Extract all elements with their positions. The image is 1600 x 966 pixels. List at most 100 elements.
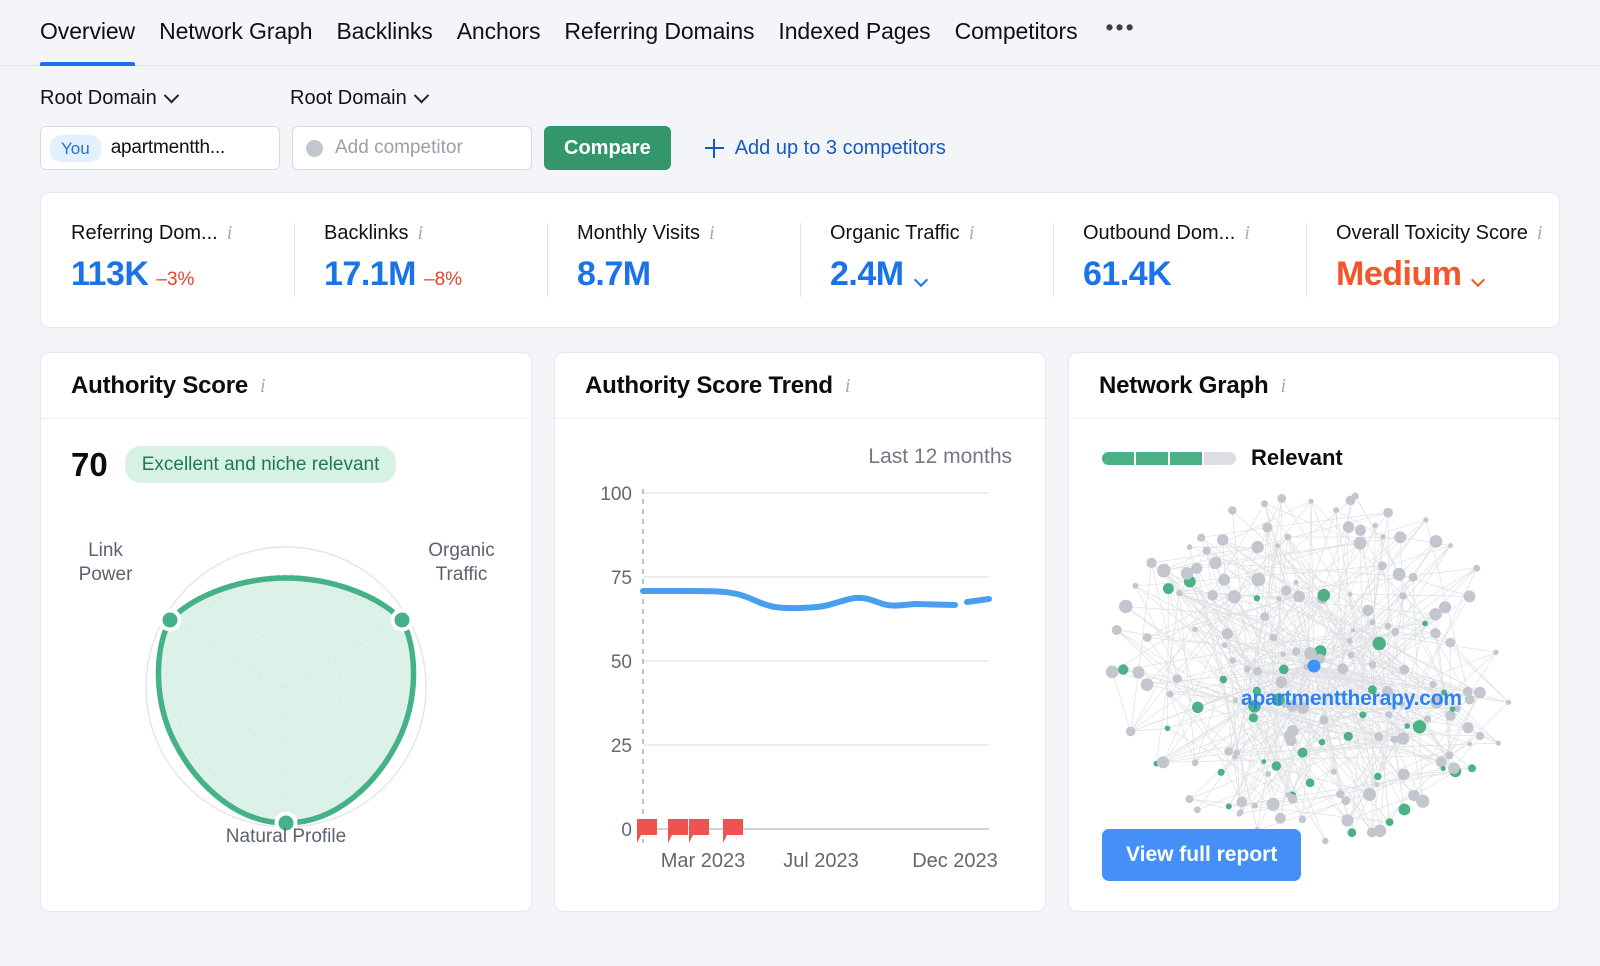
competitor-input[interactable]: Add competitor bbox=[292, 126, 532, 170]
network-node-neutral[interactable] bbox=[1261, 500, 1268, 508]
network-node-neutral[interactable] bbox=[1399, 592, 1407, 600]
network-node-neutral[interactable] bbox=[1374, 782, 1380, 787]
network-node-neutral[interactable] bbox=[1429, 535, 1443, 548]
network-node-neutral[interactable] bbox=[1423, 517, 1429, 523]
network-node-relevant[interactable] bbox=[1305, 778, 1315, 788]
info-icon[interactable]: i bbox=[1244, 223, 1250, 243]
your-domain-input[interactable]: You apartmentth... bbox=[40, 126, 280, 170]
network-node-neutral[interactable] bbox=[1342, 521, 1355, 533]
network-node-neutral[interactable] bbox=[1333, 507, 1340, 514]
network-node-neutral[interactable] bbox=[1390, 735, 1399, 744]
tab-overview[interactable]: Overview bbox=[40, 0, 135, 66]
network-node-neutral[interactable] bbox=[1216, 534, 1229, 546]
network-node-neutral[interactable] bbox=[1435, 756, 1447, 768]
network-node-neutral[interactable] bbox=[1429, 608, 1442, 621]
chevron-down-icon[interactable] bbox=[913, 272, 928, 288]
tab-competitors[interactable]: Competitors bbox=[955, 0, 1078, 66]
network-node-neutral[interactable] bbox=[1275, 812, 1286, 824]
network-node-relevant[interactable] bbox=[1468, 764, 1476, 773]
network-node-neutral[interactable] bbox=[1229, 657, 1236, 664]
network-node-neutral[interactable] bbox=[1140, 678, 1154, 691]
network-node-neutral[interactable] bbox=[1232, 697, 1239, 704]
info-icon[interactable]: i bbox=[845, 376, 851, 396]
network-node-neutral[interactable] bbox=[1284, 533, 1292, 541]
network-node-relevant[interactable] bbox=[1385, 818, 1394, 826]
network-node-neutral[interactable] bbox=[1464, 694, 1475, 705]
network-node-relevant[interactable] bbox=[1279, 664, 1289, 675]
network-node-neutral[interactable] bbox=[1330, 768, 1337, 775]
network-node-neutral[interactable] bbox=[1176, 589, 1183, 597]
network-node-neutral[interactable] bbox=[1399, 736, 1407, 743]
network-node-neutral[interactable] bbox=[1308, 498, 1314, 504]
network-node-neutral[interactable] bbox=[1350, 628, 1356, 633]
network-node-neutral[interactable] bbox=[1353, 536, 1367, 550]
network-node-neutral[interactable] bbox=[1448, 762, 1460, 775]
network-node-relevant[interactable] bbox=[1217, 768, 1225, 776]
network-node-neutral[interactable] bbox=[1383, 507, 1393, 518]
network-node-neutral[interactable] bbox=[1192, 626, 1198, 632]
network-node-relevant[interactable] bbox=[1297, 747, 1308, 758]
network-node-neutral[interactable] bbox=[1293, 590, 1305, 603]
network-node-neutral[interactable] bbox=[1111, 625, 1122, 635]
network-node-neutral[interactable] bbox=[1265, 771, 1272, 777]
tab-backlinks[interactable]: Backlinks bbox=[336, 0, 432, 66]
network-node-neutral[interactable] bbox=[1293, 579, 1299, 585]
network-node-neutral[interactable] bbox=[1172, 674, 1182, 684]
network-node-neutral[interactable] bbox=[1347, 637, 1353, 644]
network-node-neutral[interactable] bbox=[1341, 814, 1354, 827]
info-icon[interactable]: i bbox=[260, 376, 266, 396]
network-node-neutral[interactable] bbox=[1132, 582, 1139, 589]
network-node-neutral[interactable] bbox=[1368, 661, 1377, 669]
network-node-relevant[interactable] bbox=[1261, 759, 1267, 764]
network-node-relevant[interactable] bbox=[1192, 701, 1204, 713]
network-node-neutral[interactable] bbox=[1207, 590, 1218, 601]
network-node-neutral[interactable] bbox=[1280, 651, 1286, 657]
network-node-neutral[interactable] bbox=[1304, 647, 1317, 660]
network-node-neutral[interactable] bbox=[1463, 686, 1473, 697]
network-node-neutral[interactable] bbox=[1237, 809, 1244, 816]
network-node-neutral[interactable] bbox=[1445, 710, 1456, 721]
network-node-neutral[interactable] bbox=[1157, 756, 1170, 769]
network-node-neutral[interactable] bbox=[1287, 794, 1298, 804]
network-node-neutral[interactable] bbox=[1197, 533, 1206, 542]
network-node-neutral[interactable] bbox=[1275, 543, 1280, 548]
network-node-neutral[interactable] bbox=[1119, 599, 1133, 614]
network-node-relevant[interactable] bbox=[1253, 595, 1261, 602]
network-node-neutral[interactable] bbox=[1347, 591, 1353, 597]
network-node-relevant[interactable] bbox=[1164, 725, 1171, 732]
network-node-neutral[interactable] bbox=[1186, 544, 1193, 550]
network-node-relevant[interactable] bbox=[1347, 828, 1357, 838]
info-icon[interactable]: i bbox=[709, 223, 715, 243]
network-node-neutral[interactable] bbox=[1262, 522, 1273, 533]
network-node-neutral[interactable] bbox=[1495, 740, 1501, 746]
network-node-neutral[interactable] bbox=[1180, 567, 1194, 580]
network-node-neutral[interactable] bbox=[1157, 564, 1171, 578]
network-node-neutral[interactable] bbox=[1228, 506, 1237, 515]
network-node-neutral[interactable] bbox=[1374, 732, 1384, 742]
network-node-neutral[interactable] bbox=[1221, 628, 1234, 640]
network-node-neutral[interactable] bbox=[1394, 531, 1407, 544]
network-node-neutral[interactable] bbox=[1448, 543, 1453, 548]
scope-selector-competitor[interactable]: Root Domain bbox=[290, 87, 429, 108]
network-node-neutral[interactable] bbox=[1463, 590, 1476, 603]
network-node-neutral[interactable] bbox=[1385, 711, 1393, 719]
network-node-relevant[interactable] bbox=[1219, 675, 1228, 684]
network-node-neutral[interactable] bbox=[1319, 715, 1329, 725]
add-competitors-link[interactable]: Add up to 3 competitors bbox=[704, 137, 946, 160]
more-tabs-icon[interactable]: ••• bbox=[1101, 0, 1139, 62]
network-node-neutral[interactable] bbox=[1445, 751, 1454, 760]
network-node-relevant[interactable] bbox=[1398, 803, 1411, 816]
network-node-neutral[interactable] bbox=[1269, 633, 1278, 642]
network-node-neutral[interactable] bbox=[1366, 827, 1377, 838]
network-node-neutral[interactable] bbox=[1362, 604, 1374, 616]
network-node-neutral[interactable] bbox=[1351, 492, 1359, 500]
network-node-neutral[interactable] bbox=[1354, 524, 1366, 536]
network-node-neutral[interactable] bbox=[1337, 663, 1349, 675]
network-node-neutral[interactable] bbox=[1408, 572, 1418, 582]
network-node-neutral[interactable] bbox=[1474, 686, 1486, 699]
network-node-relevant[interactable] bbox=[1372, 636, 1386, 651]
network-node-neutral[interactable] bbox=[1251, 540, 1264, 554]
network-node-neutral[interactable] bbox=[1221, 642, 1228, 648]
network-node-relevant[interactable] bbox=[1271, 761, 1281, 771]
network-node-neutral[interactable] bbox=[1392, 567, 1406, 581]
